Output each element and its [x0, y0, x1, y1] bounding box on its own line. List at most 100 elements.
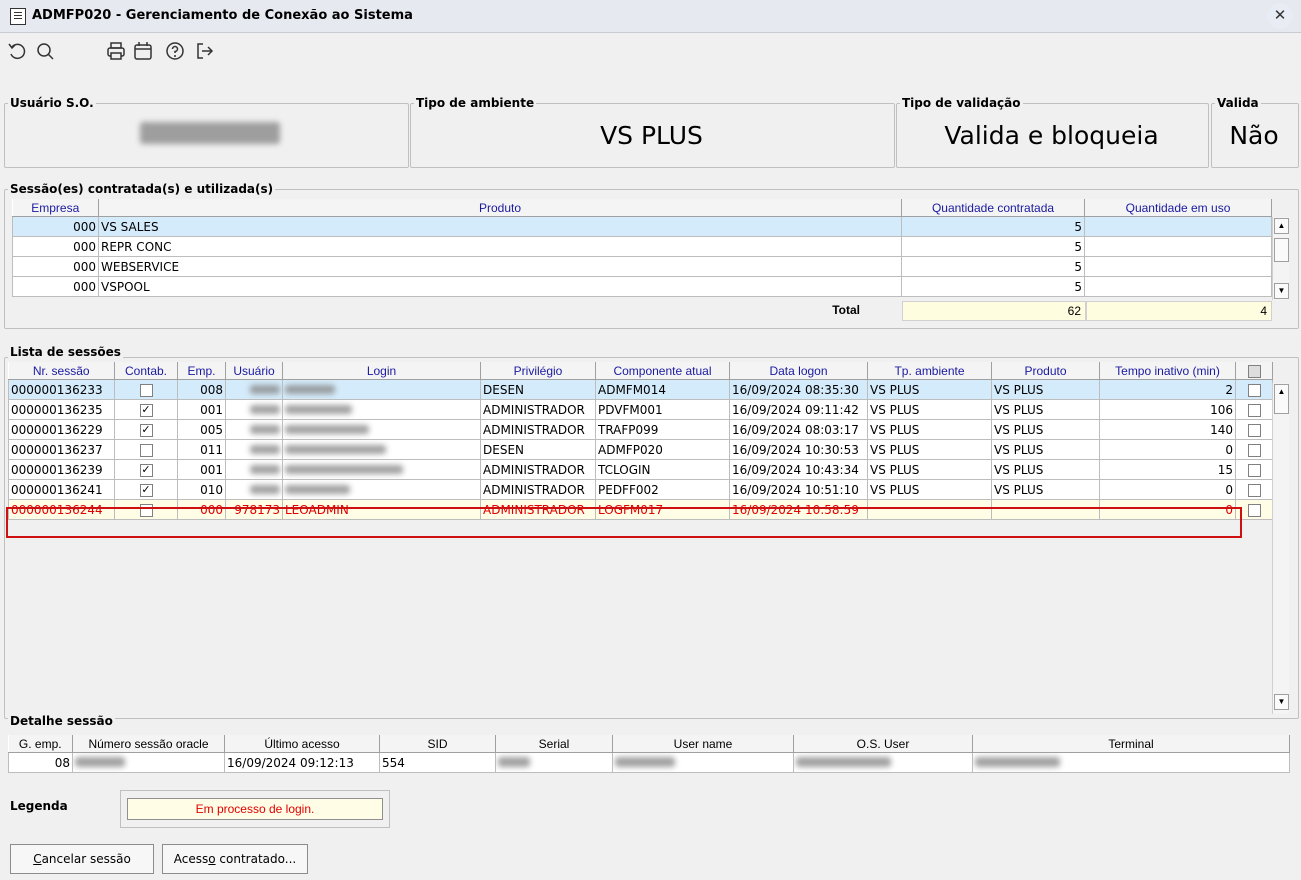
contab-checkbox[interactable] [139, 443, 153, 457]
cell-login[interactable] [282, 399, 481, 420]
refresh-icon[interactable] [6, 40, 28, 62]
cell-componente[interactable]: LOGFM017 [595, 499, 730, 520]
column-header-g-emp[interactable]: G. emp. [8, 735, 73, 753]
cell-em-uso[interactable] [1084, 256, 1272, 277]
cell-produto[interactable]: VS PLUS [991, 379, 1100, 400]
column-header-oracle[interactable]: Número sessão oracle [72, 735, 225, 753]
cell-componente[interactable]: ADMFM014 [595, 379, 730, 400]
cell-produto[interactable]: WEBSERVICE [98, 256, 902, 277]
cell-select[interactable] [1235, 419, 1273, 440]
cell-produto[interactable]: VS PLUS [991, 439, 1100, 460]
cell-nr[interactable]: 000000136241 [8, 479, 115, 500]
cell-nr[interactable]: 000000136229 [8, 419, 115, 440]
cell-select[interactable] [1235, 499, 1273, 520]
cell-em-uso[interactable] [1084, 276, 1272, 297]
cell-usuario[interactable] [225, 379, 283, 400]
cell-terminal-redacted[interactable] [972, 752, 1290, 773]
table-row[interactable]: 08 16/09/2024 09:12:13 554 [8, 752, 1290, 773]
cell-login[interactable] [282, 439, 481, 460]
cell-tempo[interactable]: 0 [1099, 499, 1236, 520]
row-select-checkbox[interactable] [1247, 443, 1261, 457]
select-all-checkbox[interactable] [1247, 364, 1261, 378]
cell-login[interactable] [282, 419, 481, 440]
cell-em-uso[interactable] [1084, 236, 1272, 257]
help-icon[interactable] [164, 40, 186, 62]
cell-contratada[interactable]: 5 [901, 236, 1085, 257]
cell-produto[interactable]: VS PLUS [991, 419, 1100, 440]
column-header-tempo-inativo[interactable]: Tempo inativo (min) [1099, 362, 1236, 380]
column-header-data-logon[interactable]: Data logon [729, 362, 868, 380]
scroll-down-icon[interactable]: ▼ [1274, 694, 1289, 710]
cell-tempo[interactable]: 0 [1099, 439, 1236, 460]
row-select-checkbox[interactable] [1247, 383, 1261, 397]
column-header-os-user[interactable]: O.S. User [793, 735, 973, 753]
cell-tempo[interactable]: 15 [1099, 459, 1236, 480]
column-header-user-name[interactable]: User name [612, 735, 794, 753]
cell-privilegio[interactable]: ADMINISTRADOR [480, 399, 596, 420]
cell-emp[interactable]: 001 [177, 459, 226, 480]
column-header-componente[interactable]: Componente atual [595, 362, 730, 380]
cell-nr[interactable]: 000000136239 [8, 459, 115, 480]
row-select-checkbox[interactable] [1247, 463, 1261, 477]
cell-data[interactable]: 16/09/2024 08:03:17 [729, 419, 868, 440]
cell-oracle-redacted[interactable] [72, 752, 225, 773]
cell-emp[interactable]: 011 [177, 439, 226, 460]
calendar-icon[interactable] [132, 40, 154, 62]
cell-usuario[interactable] [225, 459, 283, 480]
cell-data[interactable]: 16/09/2024 10:30:53 [729, 439, 868, 460]
table-row[interactable]: 000 VSPOOL 5 [12, 276, 1272, 297]
row-select-checkbox[interactable] [1247, 403, 1261, 417]
cell-contab[interactable]: ✓ [114, 399, 178, 420]
table-row[interactable]: 000000136235 ✓ 001 ADMINISTRADOR PDVFM001 16/… [8, 399, 1273, 420]
cell-usuario[interactable] [225, 439, 283, 460]
cell-privilegio[interactable]: ADMINISTRADOR [480, 459, 596, 480]
cell-contab[interactable] [114, 379, 178, 400]
column-header-ultimo-acesso[interactable]: Último acesso [224, 735, 380, 753]
row-select-checkbox[interactable] [1247, 423, 1261, 437]
column-header-privilegio[interactable]: Privilégio [480, 362, 596, 380]
cell-componente[interactable]: PDVFM001 [595, 399, 730, 420]
column-header-produto[interactable]: Produto [98, 199, 902, 217]
cell-privilegio[interactable]: ADMINISTRADOR [480, 419, 596, 440]
cell-tp[interactable]: VS PLUS [867, 439, 992, 460]
cell-data[interactable]: 16/09/2024 10:51:10 [729, 479, 868, 500]
cell-contab[interactable]: ✓ [114, 459, 178, 480]
cell-nr[interactable]: 000000136237 [8, 439, 115, 460]
cell-empresa[interactable]: 000 [12, 236, 99, 257]
table-row[interactable]: 000 WEBSERVICE 5 [12, 256, 1272, 277]
cell-privilegio[interactable]: ADMINISTRADOR [480, 499, 596, 520]
column-header-produto[interactable]: Produto [991, 362, 1100, 380]
cell-componente[interactable]: TRAFP099 [595, 419, 730, 440]
column-header-emp[interactable]: Emp. [177, 362, 226, 380]
scroll-up-icon[interactable]: ▲ [1274, 218, 1289, 234]
cell-tp[interactable]: VS PLUS [867, 379, 992, 400]
sessoes-scrollbar[interactable]: ▲ ▼ [1272, 217, 1289, 300]
sessoes-list-scrollbar[interactable]: ▲ ▼ [1272, 383, 1289, 714]
cell-contratada[interactable]: 5 [901, 256, 1085, 277]
cell-select[interactable] [1235, 399, 1273, 420]
table-row[interactable]: 000 REPR CONC 5 [12, 236, 1272, 257]
column-header-empresa[interactable]: Empresa [12, 199, 99, 217]
cell-usuario[interactable] [225, 479, 283, 500]
cell-produto[interactable] [991, 499, 1100, 520]
cell-produto[interactable]: REPR CONC [98, 236, 902, 257]
table-row[interactable]: 000000136233 008 DESEN ADMFM014 16/09/2024 0… [8, 379, 1273, 400]
cell-sid[interactable]: 554 [379, 752, 496, 773]
cell-usuario[interactable] [225, 419, 283, 440]
cell-tp[interactable]: VS PLUS [867, 419, 992, 440]
contab-checkbox[interactable]: ✓ [139, 483, 153, 497]
cell-serial-redacted[interactable] [495, 752, 613, 773]
cell-contab[interactable]: ✓ [114, 419, 178, 440]
cell-select[interactable] [1235, 479, 1273, 500]
row-select-checkbox[interactable] [1247, 483, 1261, 497]
exit-icon[interactable] [194, 40, 216, 62]
cell-tempo[interactable]: 0 [1099, 479, 1236, 500]
cell-select[interactable] [1235, 379, 1273, 400]
cell-tp[interactable]: VS PLUS [867, 479, 992, 500]
table-row[interactable]: 000000136237 011 DESEN ADMFP020 16/09/2024 1… [8, 439, 1273, 460]
cell-user-name-redacted[interactable] [612, 752, 794, 773]
cell-login[interactable]: LEOADMIN [282, 499, 481, 520]
column-header-sid[interactable]: SID [379, 735, 496, 753]
cell-produto[interactable]: VS PLUS [991, 479, 1100, 500]
print-icon[interactable] [105, 40, 127, 62]
